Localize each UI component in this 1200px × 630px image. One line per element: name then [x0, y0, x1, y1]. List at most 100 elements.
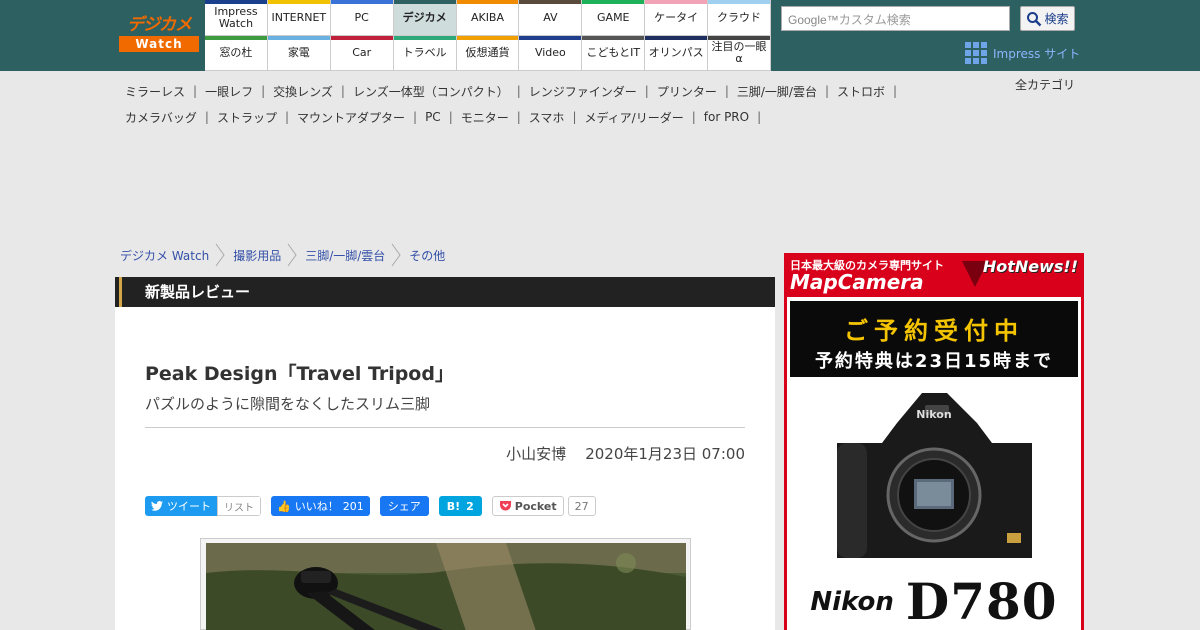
category-separator: | [572, 110, 577, 124]
all-categories-link[interactable]: 全カテゴリ [1015, 78, 1075, 92]
chevron-right-icon [215, 243, 225, 267]
category-link[interactable]: ミラーレス [119, 83, 191, 100]
category-link[interactable]: PC [419, 110, 447, 124]
nav-tab-header-nav_bottom-1[interactable]: 家電 [267, 36, 331, 71]
nav-tab-header-nav_top-1[interactable]: INTERNET [267, 0, 331, 36]
category-separator: | [193, 84, 198, 98]
nav-tab-header-nav_top-5[interactable]: AV [519, 0, 583, 36]
breadcrumb: デジカメ Watch 撮影用品 三脚/一脚/雲台 その他 [120, 243, 445, 267]
nav-tab-header-nav_top-0[interactable]: Impress Watch [205, 0, 268, 36]
twitter-list-button[interactable]: リスト [217, 496, 261, 516]
nav-tab-header-nav_bottom-8[interactable]: 注目の一眼α [708, 36, 771, 71]
ad-model-line: Nikon D780 [787, 572, 1081, 630]
nav-tab-header-nav_top-2[interactable]: PC [330, 0, 394, 36]
site-logo[interactable]: デジカメ Watch [119, 14, 199, 56]
hatena-count: 2 [466, 499, 474, 513]
search-button[interactable]: 検索 [1020, 6, 1075, 31]
tweet-group: ツイート リスト [145, 496, 261, 516]
ad-banner: ご予約受付中 予約特典は23日15時まで [790, 301, 1078, 377]
nav-tab-header-nav_bottom-7[interactable]: オリンパス [645, 36, 709, 71]
category-separator: | [893, 84, 898, 98]
category-separator: | [413, 110, 418, 124]
category-link[interactable]: for PRO [698, 110, 755, 124]
article-photo[interactable] [206, 543, 686, 630]
nav-tab-header-nav_bottom-5[interactable]: Video [519, 36, 583, 71]
facebook-like-button[interactable]: 👍 いいね！ 201 [271, 496, 370, 516]
category-separator: | [284, 110, 289, 124]
breadcrumb-item[interactable]: 三脚/一脚/雲台 [305, 247, 385, 264]
social-buttons: ツイート リスト 👍 いいね！ 201 シェア B! 2 Pocket 27 [145, 496, 596, 516]
category-separator: | [691, 110, 696, 124]
category-separator: | [824, 84, 830, 98]
title-divider [145, 427, 745, 428]
category-link[interactable]: スマホ [523, 109, 571, 126]
hatena-icon: B! [446, 499, 461, 513]
grid-icon [965, 42, 987, 64]
nav-tab-header-nav_bottom-2[interactable]: Car [330, 36, 394, 71]
category-separator: | [757, 110, 762, 124]
category-link[interactable]: ストロボ [831, 83, 891, 100]
ad-header: 日本最大級のカメラ専門サイト MapCamera HotNews!! [784, 253, 1084, 297]
ad-maker: Nikon [810, 586, 894, 617]
logo-text-top: デジカメ [127, 15, 192, 35]
facebook-share-button[interactable]: シェア [379, 496, 429, 516]
like-count: 201 [342, 499, 364, 513]
category-menu: ミラーレス | 一眼レフ | 交換レンズ | レンズ一体型（コンパクト） | レンジファインダー… [119, 78, 1079, 130]
hatena-bookmark-button[interactable]: B! 2 [438, 496, 482, 516]
category-separator: | [204, 110, 209, 124]
ad-hotnews: HotNews!! [982, 257, 1078, 276]
impress-sites-link[interactable]: Impress サイト [965, 42, 1080, 64]
category-link[interactable]: メディア/リーダー [578, 109, 689, 126]
logo-text-bottom: Watch [119, 36, 199, 52]
tripod-photo-illustration [206, 543, 686, 630]
category-link[interactable]: 三脚/一脚/雲台 [731, 83, 823, 100]
ad-brand: MapCamera [790, 270, 924, 294]
category-link[interactable]: マウントアダプター [291, 109, 411, 126]
pocket-button[interactable]: Pocket [491, 496, 564, 516]
nav-tab-header-nav_top-3[interactable]: デジカメ [393, 0, 457, 36]
pocket-label: Pocket [514, 499, 557, 513]
category-link[interactable]: レンズ一体型（コンパクト） [347, 83, 515, 100]
mapcamera-ad[interactable]: 日本最大級のカメラ専門サイト MapCamera HotNews!! ご予約受付… [784, 253, 1084, 630]
search-button-label: 検索 [1044, 12, 1069, 26]
search-input[interactable]: Google™カスタム検索 [781, 6, 1010, 31]
article-kicker: 新製品レビュー [115, 277, 775, 307]
breadcrumb-item[interactable]: 撮影用品 [233, 247, 281, 264]
chevron-right-icon [287, 243, 297, 267]
nav-tab-header-nav_top-8[interactable]: クラウド [708, 0, 771, 36]
nav-tab-header-nav_bottom-4[interactable]: 仮想通貨 [456, 36, 520, 71]
nav-tab-header-nav_top-6[interactable]: GAME [582, 0, 646, 36]
category-separator: | [448, 110, 453, 124]
category-link[interactable]: カメラバッグ [119, 109, 203, 126]
breadcrumb-item[interactable]: デジカメ Watch [120, 247, 209, 264]
nav-tab-header-nav_bottom-0[interactable]: 窓の杜 [205, 36, 268, 71]
tweet-button[interactable]: ツイート [145, 496, 217, 516]
pocket-count: 27 [567, 496, 596, 516]
category-link[interactable]: モニター [455, 109, 515, 126]
article-subtitle: パズルのように隙間をなくしたスリム三脚 [145, 395, 431, 413]
category-link[interactable]: レンジファインダー [523, 83, 643, 100]
category-link[interactable]: 一眼レフ [199, 83, 259, 100]
nav-tab-header-nav_bottom-3[interactable]: トラベル [393, 36, 457, 71]
search-brand: Google™ [788, 13, 839, 27]
ad-line-2: 予約特典は23日15時まで [814, 351, 1054, 372]
category-link[interactable]: 交換レンズ [267, 83, 339, 100]
search-placeholder: カスタム検索 [838, 13, 911, 27]
camera-icon: Nikon [837, 393, 1032, 558]
breadcrumb-item[interactable]: その他 [409, 247, 445, 264]
nav-tab-header-nav_bottom-6[interactable]: こどもとIT [582, 36, 646, 71]
category-link[interactable]: プリンター [651, 83, 723, 100]
article-title: Peak Design「Travel Tripod」 [145, 363, 454, 385]
category-separator: | [724, 84, 729, 98]
category-link[interactable]: ストラップ [211, 109, 283, 126]
impress-sites-label: Impress サイト [993, 46, 1081, 61]
site-header: デジカメ Watch Impress Watch INTERNET PC デジカメ AK… [0, 0, 1200, 71]
ad-body: ご予約受付中 予約特典は23日15時まで Nikon Nikon D780 [787, 297, 1081, 630]
nav-tab-header-nav_top-4[interactable]: AKIBA [456, 0, 520, 36]
ad-model: D780 [905, 572, 1058, 630]
category-separator: | [644, 84, 649, 98]
article-byline: 小山安博 2020年1月23日 07:00 [506, 443, 745, 464]
nav-tab-header-nav_top-7[interactable]: ケータイ [645, 0, 709, 36]
article-author: 小山安博 [506, 445, 567, 463]
article-date: 2020年1月23日 07:00 [585, 445, 745, 463]
